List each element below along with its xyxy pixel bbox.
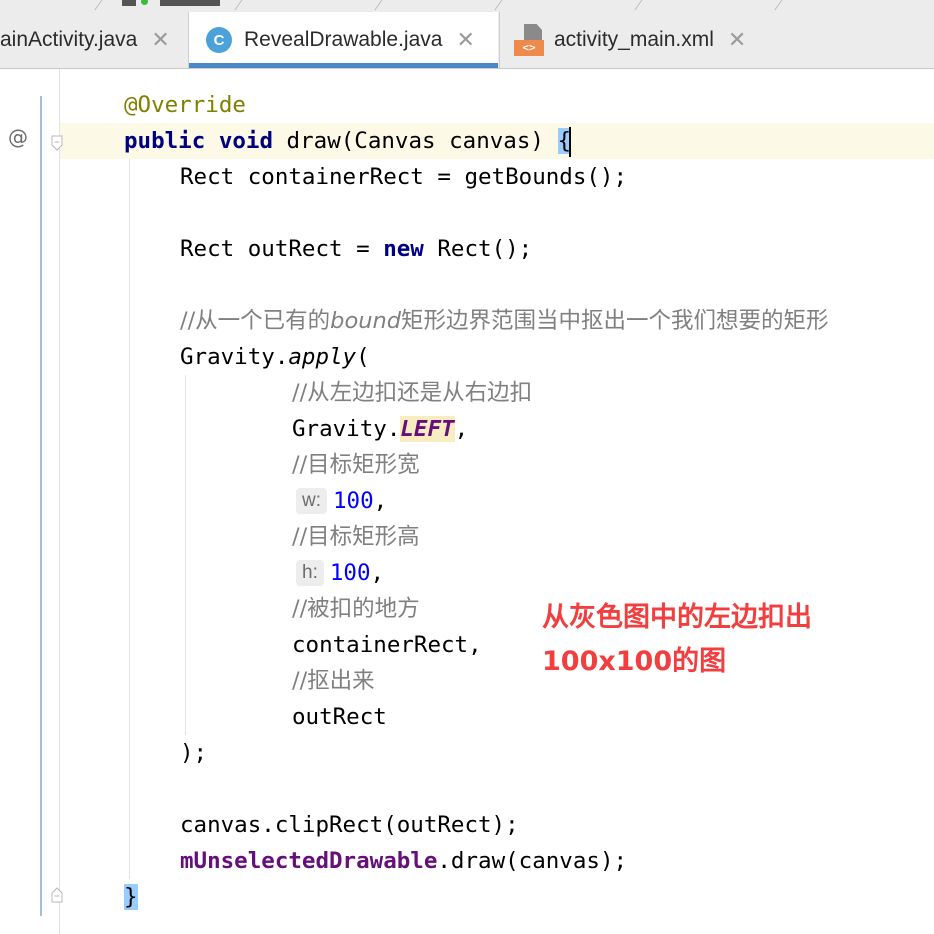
code-line[interactable]: ); [180, 735, 207, 771]
comment-text: 矩形边界范围当中抠出一个我们想要的矩形 [401, 308, 829, 334]
gutter-border [59, 69, 60, 934]
comment-text: //从一个已有的 [180, 308, 331, 334]
static-field-highlighted: LEFT [400, 416, 455, 442]
editor-gutter[interactable] [0, 69, 60, 934]
java-class-icon: C [206, 27, 232, 53]
code-line-comment[interactable]: //抠出来 [292, 663, 375, 699]
method-signature: draw(Canvas canvas) [273, 128, 558, 154]
code-line-comment[interactable]: //从左边扣还是从右边扣 [292, 375, 532, 411]
breadcrumb-separator [234, 0, 247, 10]
code-line-comment[interactable]: //被扣的地方 [292, 591, 420, 627]
code-text: canvas.clipRect(outRect); [180, 812, 519, 838]
code-line[interactable]: Gravity.apply( [180, 339, 370, 375]
code-line-comment[interactable]: //目标矩形高 [292, 519, 420, 555]
breadcrumb-separator [494, 0, 507, 10]
comment-text: //被扣的地方 [292, 596, 420, 622]
module-status-dot-icon [141, 0, 148, 5]
module-icon [122, 0, 136, 6]
code-text: , [454, 416, 469, 442]
matched-brace-close: } [124, 884, 138, 910]
parameter-hint: h: [296, 560, 324, 586]
vcs-change-marker[interactable] [40, 96, 42, 916]
code-line[interactable]: outRect [292, 699, 387, 735]
code-line[interactable]: containerRect, [292, 627, 482, 663]
code-line-method-signature[interactable]: public void draw(Canvas canvas) { [124, 123, 572, 159]
tab-activity-main-xml[interactable]: <> activity_main.xml ✕ [500, 12, 770, 68]
code-line[interactable]: h: 100, [296, 555, 384, 591]
code-text: ( [356, 344, 370, 370]
class-ref: Gravity. [292, 416, 401, 442]
tab-label: RevealDrawable.java [244, 28, 443, 51]
xml-layout-icon: <> [514, 24, 544, 56]
tab-revealdrawable[interactable]: C RevealDrawable.java ✕ [189, 12, 498, 68]
parameter-hint: w: [296, 488, 327, 514]
code-text: ); [180, 740, 208, 766]
tab-label: activity_main.xml [554, 28, 714, 51]
comment-italic-text: bound [330, 308, 402, 334]
number-literal: 100 [333, 488, 374, 514]
editor-tab-bar: ainActivity.java ✕ C RevealDrawable.java… [0, 12, 934, 69]
keyword-void: void [218, 128, 274, 154]
tab-label: ainActivity.java [0, 28, 138, 51]
fold-collapse-icon[interactable] [51, 135, 63, 151]
keyword-public: public [124, 128, 206, 154]
text-caret [569, 126, 572, 157]
code-editor[interactable]: @ @Override public void draw(Canvas canv… [0, 69, 934, 934]
code-line-annotation[interactable]: @Override [124, 87, 246, 123]
close-icon[interactable]: ✕ [456, 28, 474, 53]
code-line[interactable]: Gravity.LEFT, [292, 411, 468, 447]
number-literal: 100 [329, 560, 371, 586]
annotation-line-2: 100x100的图 [542, 646, 727, 677]
code-line[interactable]: Rect outRect = new Rect(); [180, 231, 532, 267]
keyword-new: new [383, 236, 424, 262]
indent-guide [185, 375, 186, 735]
member-field: mUnselectedDrawable [180, 848, 438, 874]
comment-text: //目标矩形宽 [292, 452, 420, 478]
code-line-comment[interactable]: //从一个已有的bound矩形边界范围当中抠出一个我们想要的矩形 [180, 303, 829, 339]
close-icon[interactable]: ✕ [728, 28, 746, 53]
tab-mainactivity[interactable]: ainActivity.java ✕ [0, 12, 186, 68]
override-method-icon[interactable]: @ [8, 125, 28, 149]
code-line-closing-brace[interactable]: } [124, 879, 138, 915]
code-text: , [373, 488, 388, 514]
xml-badge: <> [514, 40, 544, 56]
code-text: Rect outRect = [180, 236, 384, 262]
annotation-token: @Override [124, 92, 246, 118]
breadcrumb-separator [774, 0, 787, 10]
static-method: apply [288, 344, 357, 370]
annotation-line-1: 从灰色图中的左边扣出 [542, 602, 812, 633]
code-line[interactable]: Rect containerRect = getBounds(); [180, 159, 627, 195]
code-line-comment[interactable]: //目标矩形宽 [292, 447, 420, 483]
code-line[interactable]: mUnselectedDrawable.draw(canvas); [180, 843, 627, 879]
code-text: outRect [292, 704, 387, 730]
code-text: Rect(); [423, 236, 533, 262]
screenshot-annotation: 从灰色图中的左边扣出 100x100的图 [542, 596, 812, 684]
comment-text: //目标矩形高 [292, 524, 420, 550]
code-line[interactable]: w: 100, [296, 483, 387, 519]
code-text: containerRect, [292, 632, 482, 658]
comment-text: //抠出来 [292, 668, 375, 694]
fold-end-icon[interactable] [51, 887, 63, 903]
code-text: .draw(canvas); [437, 848, 628, 874]
indent-guide [129, 159, 130, 879]
class-ref: Gravity. [180, 344, 289, 370]
breadcrumb-separator [374, 0, 387, 10]
breadcrumb-separator [634, 0, 647, 10]
code-text: Rect containerRect = getBounds(); [180, 164, 628, 190]
breadcrumb-item[interactable] [160, 0, 220, 6]
code-text: , [370, 560, 385, 586]
comment-text: //从左边扣还是从右边扣 [292, 380, 533, 406]
close-icon[interactable]: ✕ [151, 28, 169, 53]
breadcrumb-separator [94, 0, 107, 10]
code-line[interactable]: canvas.clipRect(outRect); [180, 807, 519, 843]
